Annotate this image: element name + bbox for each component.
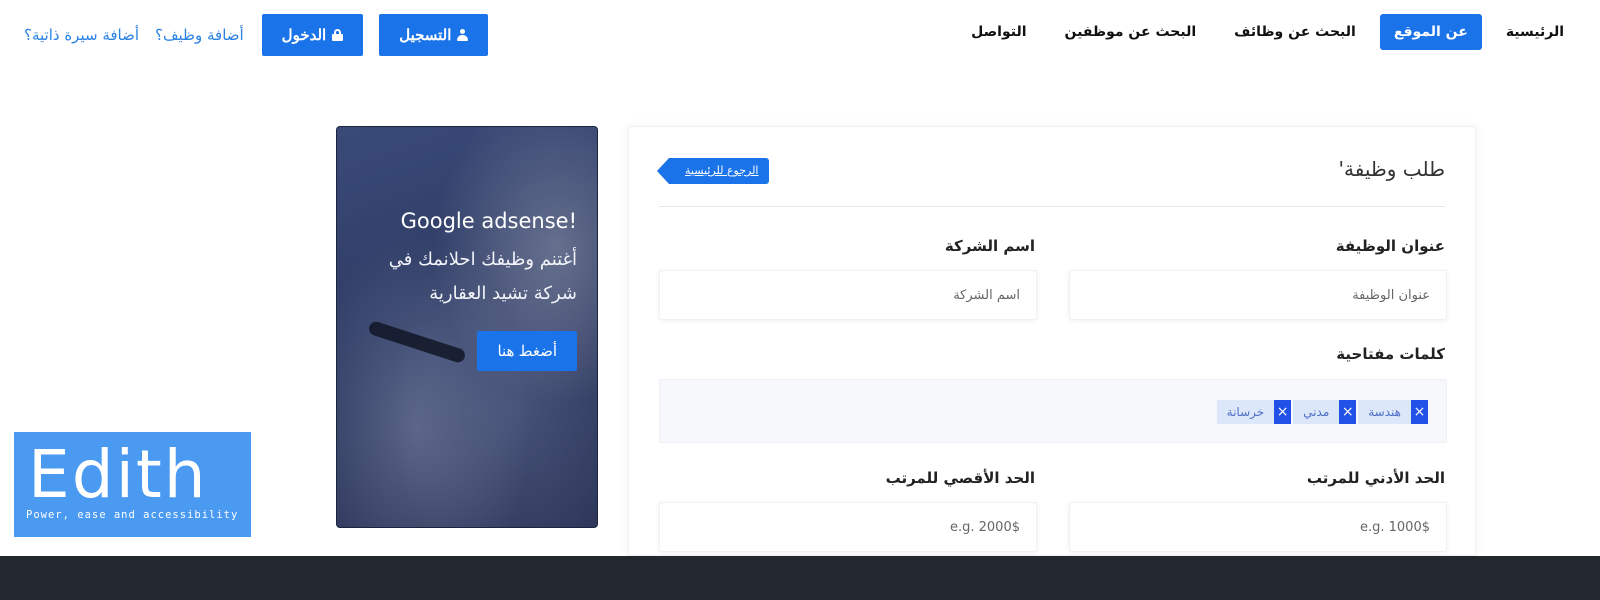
nav-item-find-jobs[interactable]: البحث عن وظائف: [1220, 14, 1370, 50]
user-icon: [457, 29, 469, 41]
keywords-input[interactable]: هندسة × مدني × خرسانة ×: [659, 379, 1447, 443]
nav-item-find-employees[interactable]: البحث عن موظفين: [1051, 14, 1211, 50]
footer-bar: [0, 556, 1600, 600]
max-salary-input[interactable]: [659, 502, 1037, 552]
login-button-label: الدخول: [281, 27, 327, 44]
add-job-link[interactable]: أضافة وظيف؟: [155, 26, 244, 44]
ad-text: أغتنم وظيفك احلانمك في شركة تشيد العقاري…: [388, 249, 577, 304]
company-name-label: اسم الشركة: [944, 237, 1035, 255]
remove-tag-icon[interactable]: ×: [1339, 400, 1357, 424]
logo-word: Edith: [28, 436, 208, 513]
login-button[interactable]: الدخول: [261, 14, 364, 56]
add-cv-link[interactable]: أضافة سيرة ذاتية؟: [24, 26, 139, 44]
remove-tag-icon[interactable]: ×: [1411, 400, 1428, 424]
job-title-input[interactable]: [1069, 270, 1447, 320]
keywords-label: كلمات مفتاحية: [1336, 345, 1445, 363]
main-nav: الرئيسية عن الموقع البحث عن وظائف البحث …: [957, 14, 1578, 50]
adsense-card: Google adsense! أغتنم وظيفك احلانمك في ش…: [336, 126, 598, 528]
keyword-tag: هندسة ×: [1358, 400, 1428, 424]
keyword-tag: مدني ×: [1293, 400, 1357, 424]
ad-click-button[interactable]: أضغط هنا: [477, 331, 577, 371]
min-salary-label: الحد الأدني للمرتب: [1306, 469, 1445, 487]
register-button-label: التسجيل: [399, 27, 452, 44]
max-salary-label: الحد الأقصي للمرتب: [885, 469, 1035, 487]
page-title: 'طلب وظيفة: [1338, 157, 1446, 181]
keyword-tag-label: مدني: [1293, 400, 1340, 424]
nav-item-contact[interactable]: التواصل: [957, 14, 1040, 50]
logo-tagline: Power, ease and accessibility: [26, 509, 239, 521]
keyword-tag-label: هندسة: [1358, 400, 1411, 424]
top-navbar: الرئيسية عن الموقع البحث عن وظائف البحث …: [0, 0, 1600, 70]
min-salary-input[interactable]: [1069, 502, 1447, 552]
remove-tag-icon[interactable]: ×: [1274, 400, 1292, 424]
nav-item-home[interactable]: الرئيسية: [1492, 14, 1578, 50]
nav-item-about[interactable]: عن الموقع: [1379, 14, 1482, 50]
company-name-input[interactable]: [659, 270, 1037, 320]
lock-icon: [332, 29, 344, 41]
keyword-tags: هندسة × مدني × خرسانة ×: [1216, 400, 1428, 424]
job-title-label: عنوان الوظيفة: [1335, 237, 1445, 255]
ad-title: Google adsense!: [400, 209, 577, 233]
ad-content: Google adsense! أغتنم وظيفك احلانمك في ش…: [347, 209, 577, 371]
auth-nav: أضافة سيرة ذاتية؟ أضافة وظيف؟ الدخول الت…: [24, 14, 489, 56]
keyword-tag-label: خرسانة: [1216, 400, 1275, 424]
keyword-tag: خرسانة ×: [1216, 400, 1292, 424]
back-home-button[interactable]: الرجوع للرئيسية: [657, 158, 769, 184]
form-header: 'طلب وظيفة الرجوع للرئيسية: [657, 127, 1446, 207]
job-request-form: 'طلب وظيفة الرجوع للرئيسية عنوان الوظيفة…: [628, 126, 1476, 556]
edith-logo: Edith Power, ease and accessibility: [14, 432, 251, 537]
register-button[interactable]: التسجيل: [379, 14, 489, 56]
